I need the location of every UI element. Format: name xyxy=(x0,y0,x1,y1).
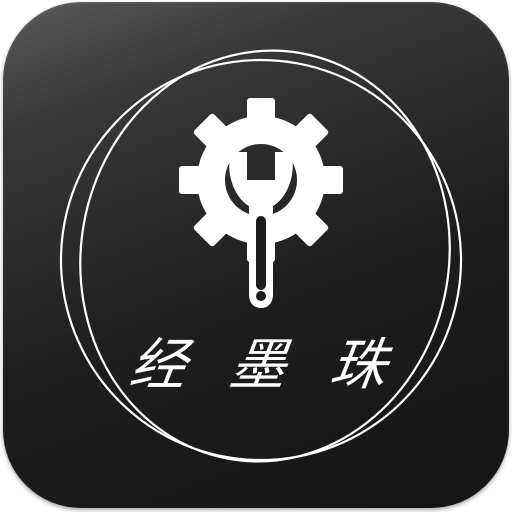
brand-char-3: 珠 xyxy=(325,332,391,398)
brand-wordmark: 经 墨 珠 xyxy=(123,320,395,400)
app-icon-tile[interactable]: 经 墨 珠 xyxy=(3,2,509,508)
brand-char-1: 经 xyxy=(125,332,191,398)
screen: 经 墨 珠 xyxy=(0,0,512,512)
app-icon-art xyxy=(59,49,463,463)
brand-char-2: 墨 xyxy=(225,332,291,398)
